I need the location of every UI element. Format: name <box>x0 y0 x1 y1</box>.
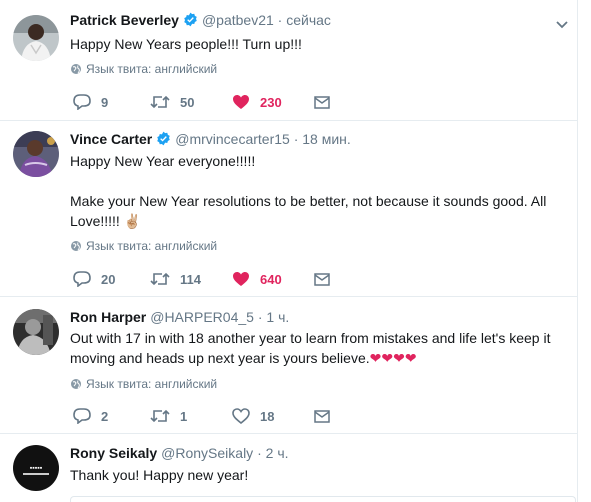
direct-message-button[interactable] <box>314 92 340 112</box>
tweet-item[interactable]: Patrick Beverley @patbev21 · сейчас Happy… <box>0 0 578 121</box>
svg-text:▪▪▪▪▪: ▪▪▪▪▪ <box>30 465 43 472</box>
retweet-button[interactable]: 114 <box>150 269 201 289</box>
tweet-time[interactable]: 18 мин. <box>302 131 351 147</box>
tweet-item[interactable]: ▪▪▪▪▪ Rony Seikaly @RonySeikaly · 2 ч. Th… <box>0 434 578 502</box>
retweet-icon <box>150 409 170 423</box>
media-preview[interactable] <box>70 496 576 502</box>
direct-message-button[interactable] <box>314 269 340 289</box>
author-handle[interactable]: @HARPER04_5 <box>150 309 254 325</box>
tweet-text: Happy New Years people!!! Turn up!!! <box>70 36 302 52</box>
retweet-icon <box>150 272 170 286</box>
heart-icon <box>233 95 249 109</box>
avatar[interactable]: ▪▪▪▪▪ <box>13 445 59 491</box>
avatar[interactable] <box>13 309 59 355</box>
separator-dot: · <box>289 131 303 147</box>
reply-button[interactable]: 20 <box>73 269 115 289</box>
author-name[interactable]: Vince Carter <box>70 131 152 147</box>
tweet-actions: 2 1 18 <box>70 406 340 426</box>
tweet-text-line: Out with 17 in with 18 another year to l… <box>70 330 551 346</box>
victory-hand-emoji: ✌🏼 <box>123 213 142 229</box>
globe-icon <box>71 64 81 74</box>
author-name[interactable]: Rony Seikaly <box>70 445 157 461</box>
tweet-text-line: Happy New Year everyone!!!!! <box>70 153 256 169</box>
tweet-actions: 20 114 640 <box>70 269 340 289</box>
verified-badge-icon <box>156 131 171 149</box>
retweet-icon <box>150 95 170 109</box>
author-name[interactable]: Ron Harper <box>70 309 146 325</box>
envelope-icon <box>314 95 330 109</box>
tweet-text: Out with 17 in with 18 another year to l… <box>70 328 570 368</box>
tweet-time[interactable]: сейчас <box>286 12 331 28</box>
language-label: Язык твита: английский <box>86 377 218 391</box>
like-count: 640 <box>260 271 282 287</box>
tweet-header: Ron Harper @HARPER04_5 · 1 ч. <box>70 309 289 325</box>
reply-count: 2 <box>101 408 109 424</box>
reply-button[interactable]: 9 <box>73 92 108 112</box>
tweet-language[interactable]: Язык твита: английский <box>70 377 217 391</box>
tweet-header: Patrick Beverley @patbev21 · сейчас <box>70 12 331 30</box>
like-count: 230 <box>260 94 282 110</box>
tweet-text: Thank you! Happy new year! <box>70 467 249 483</box>
author-handle[interactable]: @patbev21 <box>202 12 274 28</box>
reply-icon <box>73 271 91 287</box>
tweet-time[interactable]: 1 ч. <box>266 309 289 325</box>
separator-dot: · <box>253 445 266 461</box>
verified-badge-icon <box>183 12 198 30</box>
like-count: 18 <box>260 408 275 424</box>
reply-icon <box>73 94 91 110</box>
avatar[interactable] <box>13 131 59 177</box>
globe-icon <box>71 241 81 251</box>
tweet-text-line: Love!!!!! <box>70 213 120 229</box>
tweet-feed: Patrick Beverley @patbev21 · сейчас Happy… <box>0 0 578 502</box>
reply-icon <box>73 408 91 424</box>
chevron-down-icon[interactable] <box>554 16 570 32</box>
hearts-emoji: ❤❤❤❤ <box>369 350 417 366</box>
tweet-item[interactable]: Vince Carter @mrvincecarter15 · 18 мин. H… <box>0 121 578 297</box>
tweet-header: Rony Seikaly @RonySeikaly · 2 ч. <box>70 445 289 461</box>
tweet-time[interactable]: 2 ч. <box>266 445 289 461</box>
retweet-button[interactable]: 1 <box>150 406 187 426</box>
reply-count: 9 <box>101 94 109 110</box>
author-handle[interactable]: @RonySeikaly <box>161 445 253 461</box>
globe-icon <box>71 379 81 389</box>
direct-message-button[interactable] <box>314 406 340 426</box>
reply-button[interactable]: 2 <box>73 406 108 426</box>
tweet-text: Happy New Year everyone!!!!! Make your N… <box>70 151 560 231</box>
like-button[interactable]: 230 <box>232 92 282 112</box>
avatar[interactable] <box>13 15 59 61</box>
tweet-item[interactable]: Ron Harper @HARPER04_5 · 1 ч. Out with 17… <box>0 297 578 434</box>
author-name[interactable]: Patrick Beverley <box>70 12 179 28</box>
retweet-count: 1 <box>180 408 188 424</box>
tweet-language[interactable]: Язык твита: английский <box>70 62 217 76</box>
retweet-button[interactable]: 50 <box>150 92 194 112</box>
envelope-icon <box>314 409 330 423</box>
tweet-actions: 9 50 230 <box>70 92 340 112</box>
tweet-text-line: Make your New Year resolutions to be bet… <box>70 193 547 209</box>
like-button[interactable]: 18 <box>232 406 274 426</box>
heart-icon <box>232 408 250 424</box>
reply-count: 20 <box>101 271 116 287</box>
author-handle[interactable]: @mrvincecarter15 <box>175 131 290 147</box>
retweet-count: 114 <box>180 271 201 287</box>
tweet-language[interactable]: Язык твита: английский <box>70 239 217 253</box>
envelope-icon <box>314 272 330 286</box>
language-label: Язык твита: английский <box>86 239 218 253</box>
language-label: Язык твита: английский <box>86 62 218 76</box>
like-button[interactable]: 640 <box>232 269 282 289</box>
retweet-count: 50 <box>180 94 195 110</box>
separator-dot: · <box>253 309 267 325</box>
heart-icon <box>233 272 249 286</box>
separator-dot: · <box>273 12 287 28</box>
tweet-header: Vince Carter @mrvincecarter15 · 18 мин. <box>70 131 351 149</box>
tweet-text-line: moving and heads up next year is yours b… <box>70 350 370 366</box>
